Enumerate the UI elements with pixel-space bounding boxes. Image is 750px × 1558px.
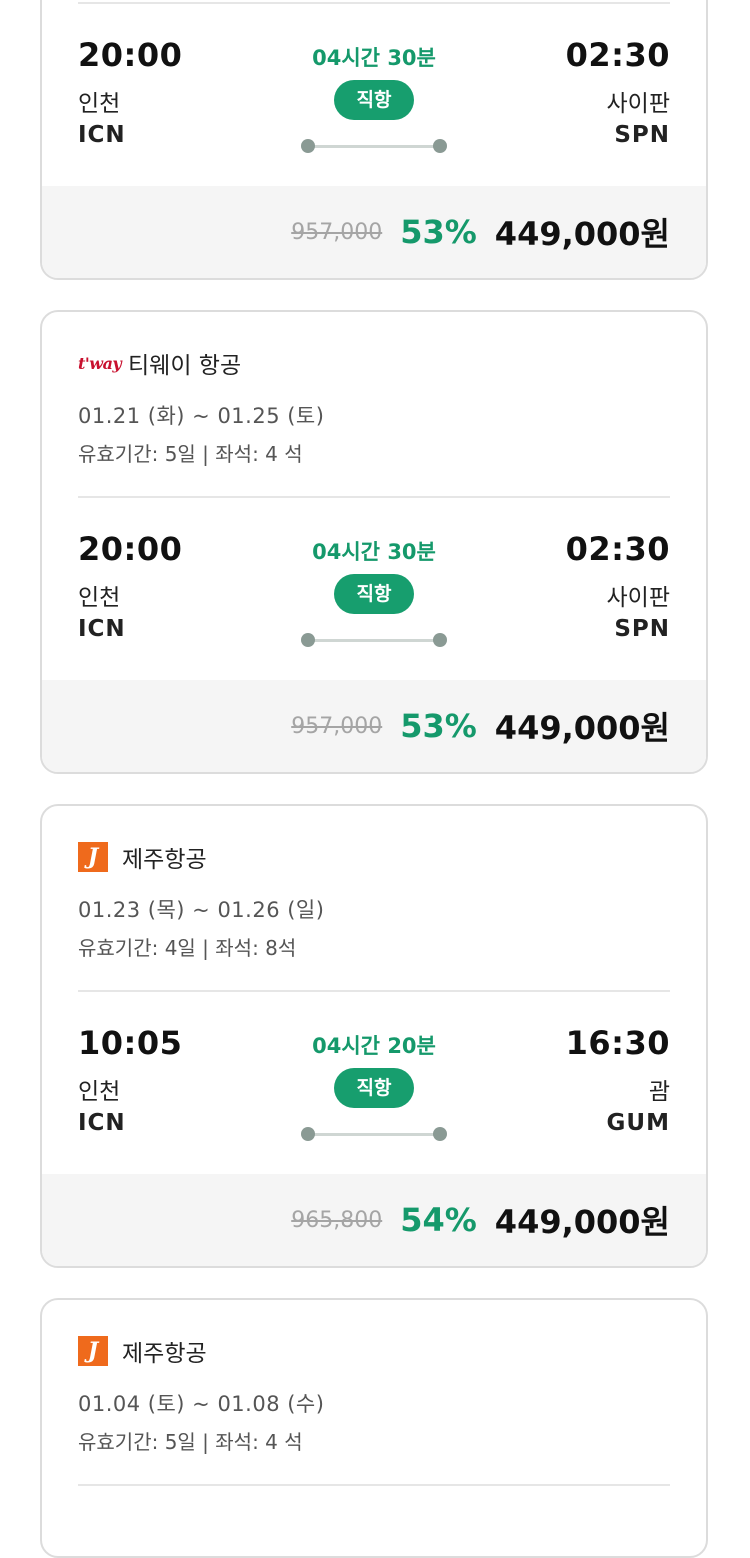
jeju-air-logo-icon: J — [78, 842, 108, 872]
final-price: 449,000원 — [494, 215, 670, 253]
departure-city: 인천 — [78, 91, 121, 117]
airline-name: 제주항공 — [122, 1341, 207, 1367]
airline: J 제주항공 — [78, 842, 207, 873]
arrival-city: 괌 — [648, 1079, 670, 1105]
airline-name: 티웨이 항공 — [128, 353, 242, 379]
divider — [78, 496, 670, 498]
travel-dates: 01.23 (목) ~ 01.26 (일) — [78, 898, 325, 922]
airline: J 제주항공 — [78, 1336, 207, 1367]
departure-city: 인천 — [78, 585, 121, 611]
final-price: 449,000원 — [494, 1203, 670, 1241]
validity-seats: 유효기간: 5일 | 좌석: 4 석 — [78, 1430, 303, 1454]
arrival-time: 16:30 — [565, 1024, 670, 1062]
departure-city: 인천 — [78, 1079, 121, 1105]
price-bar: 957,000 53% 449,000원 — [42, 186, 706, 278]
tway-logo-icon: t'way — [78, 353, 122, 373]
flight-card[interactable]: J 제주항공 01.04 (토) ~ 01.08 (수) 유효기간: 5일 | … — [40, 1298, 708, 1558]
departure-code: ICN — [78, 122, 126, 148]
departure-code: ICN — [78, 616, 126, 642]
arrival-city: 사이판 — [606, 91, 670, 117]
flight-info: 20:00 인천 ICN 04시간 30분 직항 02:30 사이판 SPN — [78, 530, 670, 680]
original-price: 957,000 — [291, 219, 383, 245]
discount-rate: 54% — [400, 1201, 477, 1239]
flight-info: 10:05 인천 ICN 04시간 20분 직항 16:30 괌 GUM — [78, 1024, 670, 1174]
arrival-code: GUM — [606, 1110, 670, 1136]
route-line — [301, 1127, 447, 1141]
direct-badge: 직항 — [334, 574, 414, 614]
arrival-city: 사이판 — [606, 585, 670, 611]
direct-badge: 직항 — [334, 1068, 414, 1108]
final-price: 449,000원 — [494, 709, 670, 747]
airline-name: 제주항공 — [122, 847, 207, 873]
airline: t'way 티웨이 항공 — [78, 348, 242, 379]
direct-badge: 직항 — [334, 80, 414, 120]
divider — [78, 990, 670, 992]
travel-dates: 01.04 (토) ~ 01.08 (수) — [78, 1392, 325, 1416]
jeju-air-logo-icon: J — [78, 1336, 108, 1366]
price-bar: 965,800 54% 449,000원 — [42, 1174, 706, 1266]
validity-seats: 유효기간: 4일 | 좌석: 8석 — [78, 936, 297, 960]
discount-rate: 53% — [400, 213, 477, 251]
arrival-time: 02:30 — [565, 36, 670, 74]
route-line — [301, 139, 447, 153]
flight-card[interactable]: t'way 티웨이 항공 01.21 (화) ~ 01.25 (토) 유효기간:… — [40, 310, 708, 774]
travel-dates: 01.21 (화) ~ 01.25 (토) — [78, 404, 325, 428]
flight-card[interactable]: 20:00 인천 ICN 04시간 30분 직항 02:30 사이판 SPN 9… — [40, 0, 708, 280]
price-bar: 957,000 53% 449,000원 — [42, 680, 706, 772]
original-price: 957,000 — [291, 713, 383, 739]
arrival-code: SPN — [614, 616, 670, 642]
validity-seats: 유효기간: 5일 | 좌석: 4 석 — [78, 442, 303, 466]
flight-info: 20:00 인천 ICN 04시간 30분 직항 02:30 사이판 SPN — [78, 36, 670, 186]
route-line — [301, 633, 447, 647]
divider — [78, 2, 670, 4]
flight-card[interactable]: J 제주항공 01.23 (목) ~ 01.26 (일) 유효기간: 4일 | … — [40, 804, 708, 1268]
departure-code: ICN — [78, 1110, 126, 1136]
arrival-code: SPN — [614, 122, 670, 148]
arrival-time: 02:30 — [565, 530, 670, 568]
divider — [78, 1484, 670, 1486]
original-price: 965,800 — [291, 1207, 383, 1233]
discount-rate: 53% — [400, 707, 477, 745]
